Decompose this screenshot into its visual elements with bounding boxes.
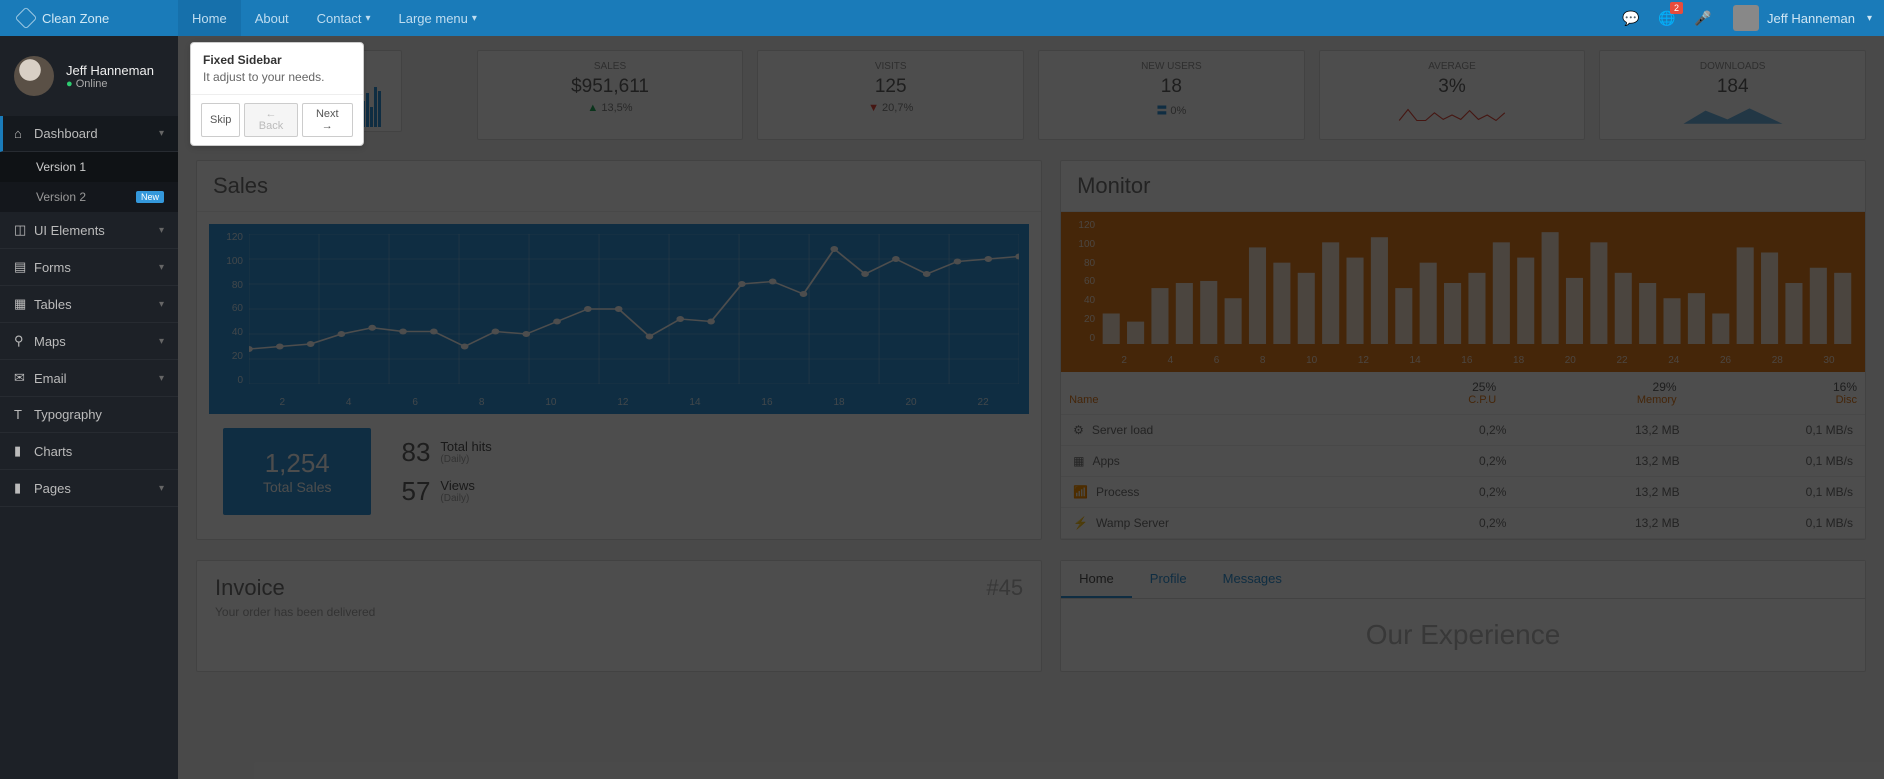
table-icon: ▦: [14, 296, 34, 312]
chevron-down-icon: ▾: [159, 128, 164, 139]
globe-icon[interactable]: 🌐2: [1649, 0, 1685, 36]
back-button[interactable]: ← Back: [244, 103, 297, 137]
chevron-down-icon: ▾: [159, 225, 164, 236]
sidebar-item-pages[interactable]: ▮Pages▾: [0, 470, 178, 507]
grid-icon: ◫: [14, 222, 34, 238]
chevron-down-icon: ▾: [472, 13, 477, 24]
tour-overlay[interactable]: [178, 36, 1884, 779]
sidebar-subitem-v1[interactable]: Version 1: [0, 152, 178, 182]
type-icon: T: [14, 407, 34, 422]
home-icon: ⌂: [14, 126, 34, 141]
sidebar-item-email[interactable]: ✉Email▾: [0, 360, 178, 397]
sidebar-item-ui[interactable]: ◫UI Elements▾: [0, 212, 178, 249]
brand-name: Clean Zone: [42, 11, 109, 26]
chevron-down-icon: ▾: [159, 373, 164, 384]
popover-title: Fixed Sidebar: [203, 53, 351, 67]
chevron-down-icon: ▾: [159, 299, 164, 310]
mic-icon[interactable]: 🎤: [1685, 0, 1721, 36]
page-icon: ▮: [14, 480, 34, 496]
chart-icon: ▮: [14, 443, 34, 459]
sidebar-item-tables[interactable]: ▦Tables▾: [0, 286, 178, 323]
avatar[interactable]: [14, 56, 54, 96]
new-badge: New: [136, 191, 164, 203]
chevron-down-icon: ▾: [159, 336, 164, 347]
mail-icon: ✉: [14, 370, 34, 386]
logo-icon: [15, 7, 38, 30]
form-icon: ▤: [14, 259, 34, 275]
topnav-contact[interactable]: Contact▾: [303, 0, 385, 36]
sidebar-item-typo[interactable]: TTypography: [0, 397, 178, 433]
sidebar-item-forms[interactable]: ▤Forms▾: [0, 249, 178, 286]
skip-button[interactable]: Skip: [201, 103, 240, 137]
profile-name: Jeff Hanneman: [66, 63, 154, 78]
sidebar: Clean Zone Jeff Hanneman Online ⌂Dashboa…: [0, 0, 178, 779]
profile-block: Jeff Hanneman Online: [0, 36, 178, 116]
popover-text: It adjust to your needs.: [203, 70, 351, 84]
chevron-down-icon: ▾: [159, 483, 164, 494]
chat-icon[interactable]: 💬: [1613, 0, 1649, 36]
chevron-down-icon: ▾: [1867, 13, 1872, 24]
notif-badge: 2: [1670, 2, 1683, 14]
topbar-user[interactable]: Jeff Hanneman ▾: [1721, 5, 1884, 31]
tour-popover: Fixed Sidebar It adjust to your needs. S…: [190, 42, 364, 146]
next-button[interactable]: Next →: [302, 103, 353, 137]
profile-status: Online: [66, 78, 154, 90]
sidebar-subitem-v2[interactable]: Version 2New: [0, 182, 178, 212]
brand-logo[interactable]: Clean Zone: [0, 0, 178, 36]
avatar-icon: [1733, 5, 1759, 31]
topnav-about[interactable]: About: [241, 0, 303, 36]
topnav-large[interactable]: Large menu▾: [385, 0, 491, 36]
pin-icon: ⚲: [14, 333, 34, 349]
topnav-home[interactable]: Home: [178, 0, 241, 36]
chevron-down-icon: ▾: [159, 262, 164, 273]
sidebar-item-dashboard[interactable]: ⌂Dashboard▾: [0, 116, 178, 152]
chevron-down-icon: ▾: [365, 13, 370, 24]
sidebar-item-maps[interactable]: ⚲Maps▾: [0, 323, 178, 360]
sidebar-item-charts[interactable]: ▮Charts: [0, 433, 178, 470]
